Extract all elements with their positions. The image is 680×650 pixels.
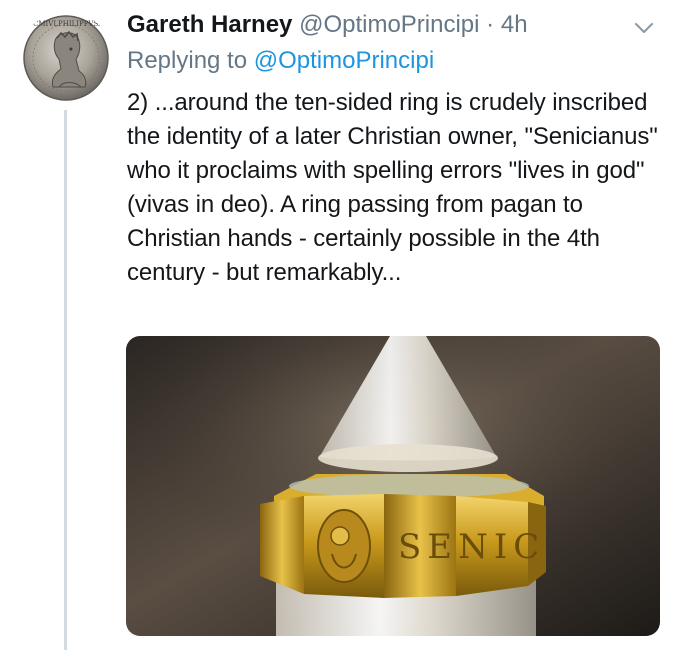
replying-to-handle-link[interactable]: @OptimoPrincipi <box>254 47 434 74</box>
ring-inscription: SENIC <box>398 527 545 567</box>
tweet-media-image[interactable]: SENIC <box>126 336 660 636</box>
more-options-button[interactable] <box>632 16 656 40</box>
roman-coin-icon: IMPCMIVLPHILIPPVSAVG <box>19 12 113 104</box>
author-name[interactable]: Gareth Harney <box>127 11 292 38</box>
replying-to-label: Replying to <box>127 47 248 74</box>
gold-ring-photo-icon: SENIC <box>126 336 660 636</box>
author-handle[interactable]: @OptimoPrincipi <box>299 11 479 38</box>
coin-legend: IMPCMIVLPHILIPPVSAVG <box>19 20 113 28</box>
author-avatar[interactable]: IMPCMIVLPHILIPPVSAVG <box>19 11 113 105</box>
separator-dot: · <box>486 11 495 38</box>
replying-to-line: Replying to @OptimoPrincipi <box>127 44 434 78</box>
thread-connector-line <box>64 110 67 650</box>
tweet-text: 2) ...around the ten-sided ring is crude… <box>127 89 658 286</box>
chevron-down-icon <box>635 23 653 33</box>
tweet-timestamp[interactable]: 4h <box>501 11 528 38</box>
tweet-header: Gareth Harney @OptimoPrincipi · 4h <box>127 8 528 42</box>
